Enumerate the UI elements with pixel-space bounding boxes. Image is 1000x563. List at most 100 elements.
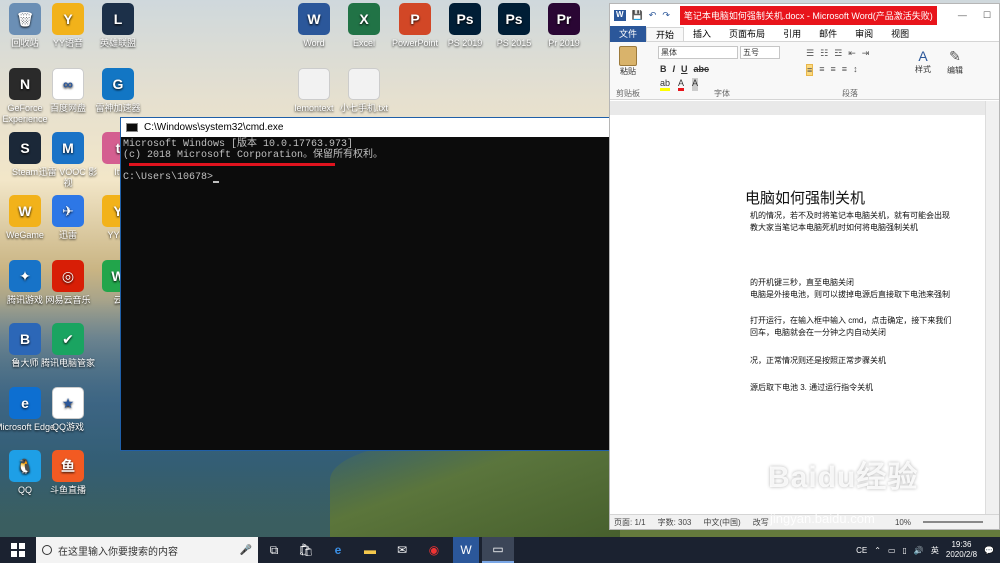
- doc-line: 回车，电脑就会在一分钟之内自动关闭: [750, 328, 886, 337]
- word-maximize-button[interactable]: ☐: [975, 10, 999, 21]
- paste-label: 粘贴: [620, 67, 636, 76]
- group-paragraph: 段落: [842, 89, 858, 98]
- app-icon: ∞: [52, 68, 84, 100]
- undo-icon[interactable]: ↶: [649, 10, 657, 21]
- start-button[interactable]: [0, 537, 36, 563]
- cmd-window-icon: [126, 123, 138, 132]
- app-icon: ✈: [52, 195, 84, 227]
- find-icon: ✎: [949, 48, 961, 64]
- app-icon: W: [298, 3, 330, 35]
- desktop-icon[interactable]: 小七手机.txt: [333, 68, 395, 114]
- line-spacing-icon[interactable]: ↕: [853, 64, 858, 76]
- task-view-icon[interactable]: ⧉: [258, 537, 290, 563]
- desktop-icon[interactable]: L 英雄联盟: [87, 3, 149, 49]
- status-words[interactable]: 字数: 303: [658, 517, 692, 528]
- font-size-select[interactable]: 五号: [740, 46, 780, 59]
- font-name-select[interactable]: 黑体: [658, 46, 738, 59]
- tab-file[interactable]: 文件: [610, 25, 647, 42]
- cmd-line-version: Microsoft Windows [版本 10.0.17763.973]: [123, 139, 354, 150]
- app-icon: G: [102, 68, 134, 100]
- system-tray: CE ⌃ ▭ ▯ 🔊 英 19:36 2020/2/8 💬: [856, 537, 1000, 563]
- network-icon[interactable]: ▭: [888, 546, 896, 555]
- underline-button[interactable]: U: [681, 64, 688, 74]
- search-placeholder: 在这里输入你要搜索的内容: [58, 546, 178, 558]
- decrease-indent-icon[interactable]: ⇤: [848, 48, 856, 59]
- input-language[interactable]: 英: [931, 545, 939, 556]
- desktop-icon[interactable]: ★ QQ游戏: [37, 387, 99, 433]
- word-window[interactable]: W 💾 ↶ ↷ 笔记本电脑如何强制关机.docx - Microsoft Wor…: [609, 3, 1000, 530]
- file-explorer-icon[interactable]: ▬: [354, 537, 386, 563]
- status-mode[interactable]: 改写: [753, 517, 769, 528]
- app-icon[interactable]: ◉: [418, 537, 450, 563]
- style-icon: A: [918, 48, 928, 64]
- tab-view[interactable]: 视图: [882, 27, 918, 40]
- edge-taskbar-icon[interactable]: e: [322, 537, 354, 563]
- multilevel-icon[interactable]: ☲: [834, 48, 842, 59]
- mail-icon[interactable]: ✉: [386, 537, 418, 563]
- clock-time: 19:36: [951, 540, 972, 549]
- doc-line: 的开机键三秒，直至电脑关闭: [750, 278, 854, 287]
- word-title: 笔记本电脑如何强制关机.docx - Microsoft Word(产品激活失败…: [679, 5, 937, 25]
- align-center-icon[interactable]: ≡: [819, 64, 824, 76]
- notification-icon[interactable]: 💬: [984, 546, 994, 555]
- align-left-icon[interactable]: ≡: [806, 64, 814, 76]
- font-format-buttons: B I U abc: [660, 64, 709, 74]
- desktop-icon[interactable]: G 雷神加速器: [87, 68, 149, 114]
- search-icon: [42, 545, 52, 555]
- tab-home[interactable]: 开始: [646, 26, 685, 41]
- word-vertical-scrollbar[interactable]: [985, 101, 999, 514]
- app-icon: Ps: [498, 3, 530, 35]
- align-right-icon[interactable]: ≡: [831, 64, 836, 76]
- edit-label: 编辑: [947, 66, 963, 75]
- word-taskbar-icon[interactable]: W: [453, 537, 479, 563]
- baidu-watermark: Baidu经验: [768, 461, 919, 494]
- cmd-title: C:\Windows\system32\cmd.exe: [144, 122, 284, 133]
- zoom-level[interactable]: 10%: [895, 518, 911, 527]
- clock[interactable]: 19:36 2020/2/8: [946, 540, 977, 560]
- microphone-icon[interactable]: 🎤: [240, 545, 252, 556]
- battery-icon[interactable]: ▯: [903, 546, 907, 555]
- clipboard-icon: [619, 46, 637, 66]
- status-page[interactable]: 页面: 1/1: [614, 517, 646, 528]
- store-icon[interactable]: 🛍: [290, 537, 322, 563]
- tab-references[interactable]: 引用: [774, 27, 810, 40]
- tab-review[interactable]: 审阅: [846, 27, 882, 40]
- status-language[interactable]: 中文(中国): [703, 517, 740, 528]
- justify-icon[interactable]: ≡: [842, 64, 847, 76]
- doc-line: 况，正常情况则还是按照正常步骤关机: [750, 356, 886, 365]
- tab-layout[interactable]: 页面布局: [720, 27, 774, 40]
- increase-indent-icon[interactable]: ⇥: [862, 48, 870, 59]
- tab-mailings[interactable]: 邮件: [810, 27, 846, 40]
- tab-insert[interactable]: 插入: [684, 27, 720, 40]
- paste-button[interactable]: 粘贴: [616, 46, 640, 77]
- desktop-icon[interactable]: 鱼斗鱼直播: [37, 450, 99, 496]
- save-icon[interactable]: 💾: [632, 10, 643, 21]
- desktop-icon[interactable]: ✔ 腾讯电脑管家: [37, 323, 99, 369]
- cmd-taskbar-icon[interactable]: ▭: [482, 537, 514, 563]
- taskbar-search[interactable]: 在这里输入你要搜索的内容 🎤: [36, 537, 258, 563]
- ime-indicator[interactable]: CE: [856, 546, 867, 555]
- word-minimize-button[interactable]: —: [950, 10, 975, 20]
- word-titlebar[interactable]: W 💾 ↶ ↷ 笔记本电脑如何强制关机.docx - Microsoft Wor…: [610, 4, 999, 26]
- word-app-icon: W: [614, 9, 626, 21]
- style-button[interactable]: A 样式: [910, 48, 936, 75]
- ribbon-home: 粘贴 黑体 五号 B I U abc ab A A ☰ ☷ ☲ ⇤ ⇥ ≡ ≡ …: [610, 42, 999, 100]
- bullets-icon[interactable]: ☰: [806, 48, 814, 59]
- chevron-up-icon[interactable]: ⌃: [874, 546, 881, 555]
- volume-icon[interactable]: 🔊: [914, 546, 924, 555]
- numbering-icon[interactable]: ☷: [820, 48, 828, 59]
- clock-date: 2020/2/8: [945, 550, 978, 559]
- edit-button[interactable]: ✎ 编辑: [942, 48, 968, 76]
- align-buttons: ≡ ≡ ≡ ≡ ↕: [806, 64, 858, 76]
- italic-button[interactable]: I: [673, 64, 676, 74]
- app-icon: P: [399, 3, 431, 35]
- app-icon: [348, 68, 380, 100]
- desktop-icon[interactable]: Pr Pr 2019: [533, 3, 595, 49]
- app-icon: M: [52, 132, 84, 164]
- redo-icon[interactable]: ↷: [662, 10, 670, 21]
- app-icon: 鱼: [52, 450, 84, 482]
- zoom-slider[interactable]: [923, 521, 983, 523]
- group-clipboard: 剪贴板: [616, 89, 640, 98]
- strikethrough-button[interactable]: abc: [694, 64, 710, 74]
- bold-button[interactable]: B: [660, 64, 667, 74]
